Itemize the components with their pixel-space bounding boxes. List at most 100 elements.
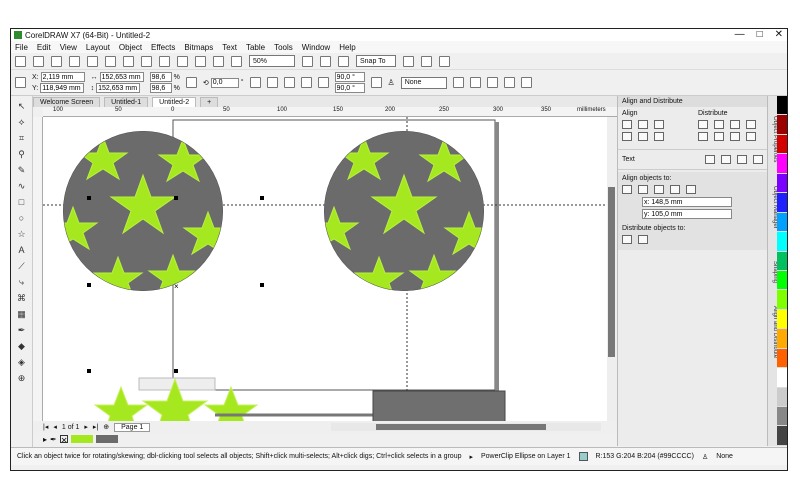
blend-tool-icon[interactable]: ⌘ — [15, 292, 28, 304]
align-y-field[interactable] — [642, 209, 732, 219]
specified-point-icon[interactable] — [686, 185, 696, 194]
height-field[interactable] — [96, 83, 141, 93]
swatch-grey[interactable] — [95, 435, 118, 443]
close-button[interactable]: ✕ — [775, 29, 783, 40]
parallel-dimension-icon[interactable]: ⟋ — [15, 260, 28, 272]
shape-tool-icon[interactable]: ⟡ — [15, 116, 28, 128]
palette-swatch[interactable] — [777, 232, 787, 252]
page-tab[interactable]: Page 1 — [114, 422, 151, 432]
full-screen-icon[interactable] — [302, 55, 313, 67]
fill-color-swatch[interactable] — [578, 452, 588, 461]
artistic-media-icon[interactable]: ∿ — [15, 180, 28, 192]
cut-icon[interactable] — [87, 55, 98, 67]
options-icon[interactable] — [403, 55, 414, 67]
freehand-tool-icon[interactable]: ✎ — [15, 164, 28, 176]
arc-mode-icon[interactable] — [317, 77, 329, 88]
palette-swatch[interactable] — [777, 193, 787, 213]
distribute-top-icon[interactable] — [698, 132, 708, 141]
menu-tools[interactable]: Tools — [274, 43, 293, 52]
status-expand-icon[interactable]: ▸ — [469, 453, 473, 461]
undo-icon[interactable] — [141, 55, 152, 67]
minimize-button[interactable]: — — [735, 29, 745, 40]
add-icon[interactable] — [520, 77, 532, 88]
eyedropper-icon[interactable]: ✒ — [50, 435, 57, 444]
text-first-line-icon[interactable] — [721, 155, 731, 164]
rotation-angle-field[interactable] — [210, 77, 239, 88]
export-icon[interactable] — [213, 55, 224, 67]
play-icon[interactable]: ▸ — [43, 435, 47, 444]
distribute-right-icon[interactable] — [730, 120, 740, 129]
prev-page-icon[interactable]: ◂ — [53, 423, 57, 431]
align-left-icon[interactable] — [622, 120, 632, 129]
mirror-horizontal-icon[interactable] — [249, 77, 261, 88]
palette-swatch[interactable] — [777, 154, 787, 174]
align-right-icon[interactable] — [654, 120, 664, 129]
rectangle-tool-icon[interactable]: □ — [15, 196, 28, 208]
text-outline-icon[interactable] — [753, 155, 763, 164]
lock-ratio-icon[interactable] — [185, 77, 197, 88]
scale-x-field[interactable] — [149, 72, 172, 82]
text-bbox-icon[interactable] — [737, 155, 747, 164]
object-origin-icon[interactable] — [15, 77, 26, 88]
polygon-tool-icon[interactable]: ☆ — [15, 228, 28, 240]
zoom-tool-icon[interactable]: ⚲ — [15, 148, 28, 160]
wrap-text-icon[interactable] — [452, 77, 464, 88]
align-x-field[interactable] — [642, 197, 732, 207]
transparency-tool-icon[interactable]: ▦ — [15, 308, 28, 320]
save-icon[interactable] — [51, 55, 62, 67]
menu-view[interactable]: View — [60, 43, 77, 52]
last-page-icon[interactable]: ▸| — [93, 423, 98, 431]
align-top-icon[interactable] — [622, 132, 632, 141]
crop-tool-icon[interactable]: ⌗ — [15, 132, 28, 144]
publish-pdf-icon[interactable] — [231, 55, 242, 67]
swatch-lime[interactable] — [70, 435, 93, 443]
pie-mode-icon[interactable] — [300, 77, 312, 88]
copy-icon[interactable] — [105, 55, 116, 67]
eyedropper-tool-icon[interactable]: ✒ — [15, 324, 28, 336]
add-tool-icon[interactable]: ⊕ — [15, 372, 28, 384]
menu-edit[interactable]: Edit — [37, 43, 51, 52]
star-ball-right[interactable] — [310, 131, 493, 299]
outline-width-dropdown[interactable]: None — [400, 76, 447, 89]
palette-swatch[interactable] — [777, 173, 787, 194]
palette-swatch[interactable] — [777, 251, 787, 271]
connector-tool-icon[interactable]: ⤷ — [15, 276, 28, 288]
scale-y-field[interactable] — [149, 83, 172, 93]
application-launcher-icon[interactable] — [421, 55, 432, 67]
import-icon[interactable] — [195, 55, 206, 67]
palette-swatch[interactable] — [777, 309, 787, 330]
align-bottom-icon[interactable] — [654, 132, 664, 141]
palette-swatch[interactable] — [777, 348, 787, 369]
convert-to-curves-icon[interactable] — [503, 77, 515, 88]
x-position-field[interactable] — [40, 72, 85, 82]
distribute-left-icon[interactable] — [698, 120, 708, 129]
search-content-icon[interactable] — [177, 55, 188, 67]
horizontal-scroll-thumb[interactable] — [376, 424, 546, 430]
y-position-field[interactable] — [40, 83, 85, 93]
distribute-spacing-h-icon[interactable] — [746, 120, 756, 129]
palette-swatch[interactable] — [777, 134, 787, 155]
menu-bitmaps[interactable]: Bitmaps — [184, 43, 213, 52]
palette-swatch[interactable] — [777, 329, 787, 349]
ellipse-mode-icon[interactable] — [283, 77, 295, 88]
menu-window[interactable]: Window — [302, 43, 330, 52]
horizontal-scrollbar[interactable] — [331, 423, 601, 431]
menu-table[interactable]: Table — [246, 43, 265, 52]
distribute-spacing-v-icon[interactable] — [746, 132, 756, 141]
align-center-h-icon[interactable] — [638, 120, 648, 129]
menu-text[interactable]: Text — [222, 43, 237, 52]
distribute-middle-icon[interactable] — [714, 132, 724, 141]
palette-swatch[interactable] — [777, 290, 787, 310]
arc-end-angle-field[interactable] — [334, 83, 365, 93]
tab-untitled-1[interactable]: Untitled-1 — [104, 97, 149, 107]
snap-to-dropdown[interactable]: Snap To — [356, 55, 396, 67]
palette-swatch[interactable] — [777, 96, 787, 116]
show-grid-icon[interactable] — [338, 55, 349, 67]
no-color-swatch[interactable]: ✕ — [59, 435, 68, 445]
active-objects-icon[interactable] — [622, 185, 632, 194]
redo-icon[interactable] — [159, 55, 170, 67]
paste-icon[interactable] — [123, 55, 134, 67]
next-page-icon[interactable]: ▸ — [84, 423, 88, 431]
more-options-icon[interactable] — [439, 55, 450, 67]
new-document-icon[interactable] — [15, 55, 26, 67]
